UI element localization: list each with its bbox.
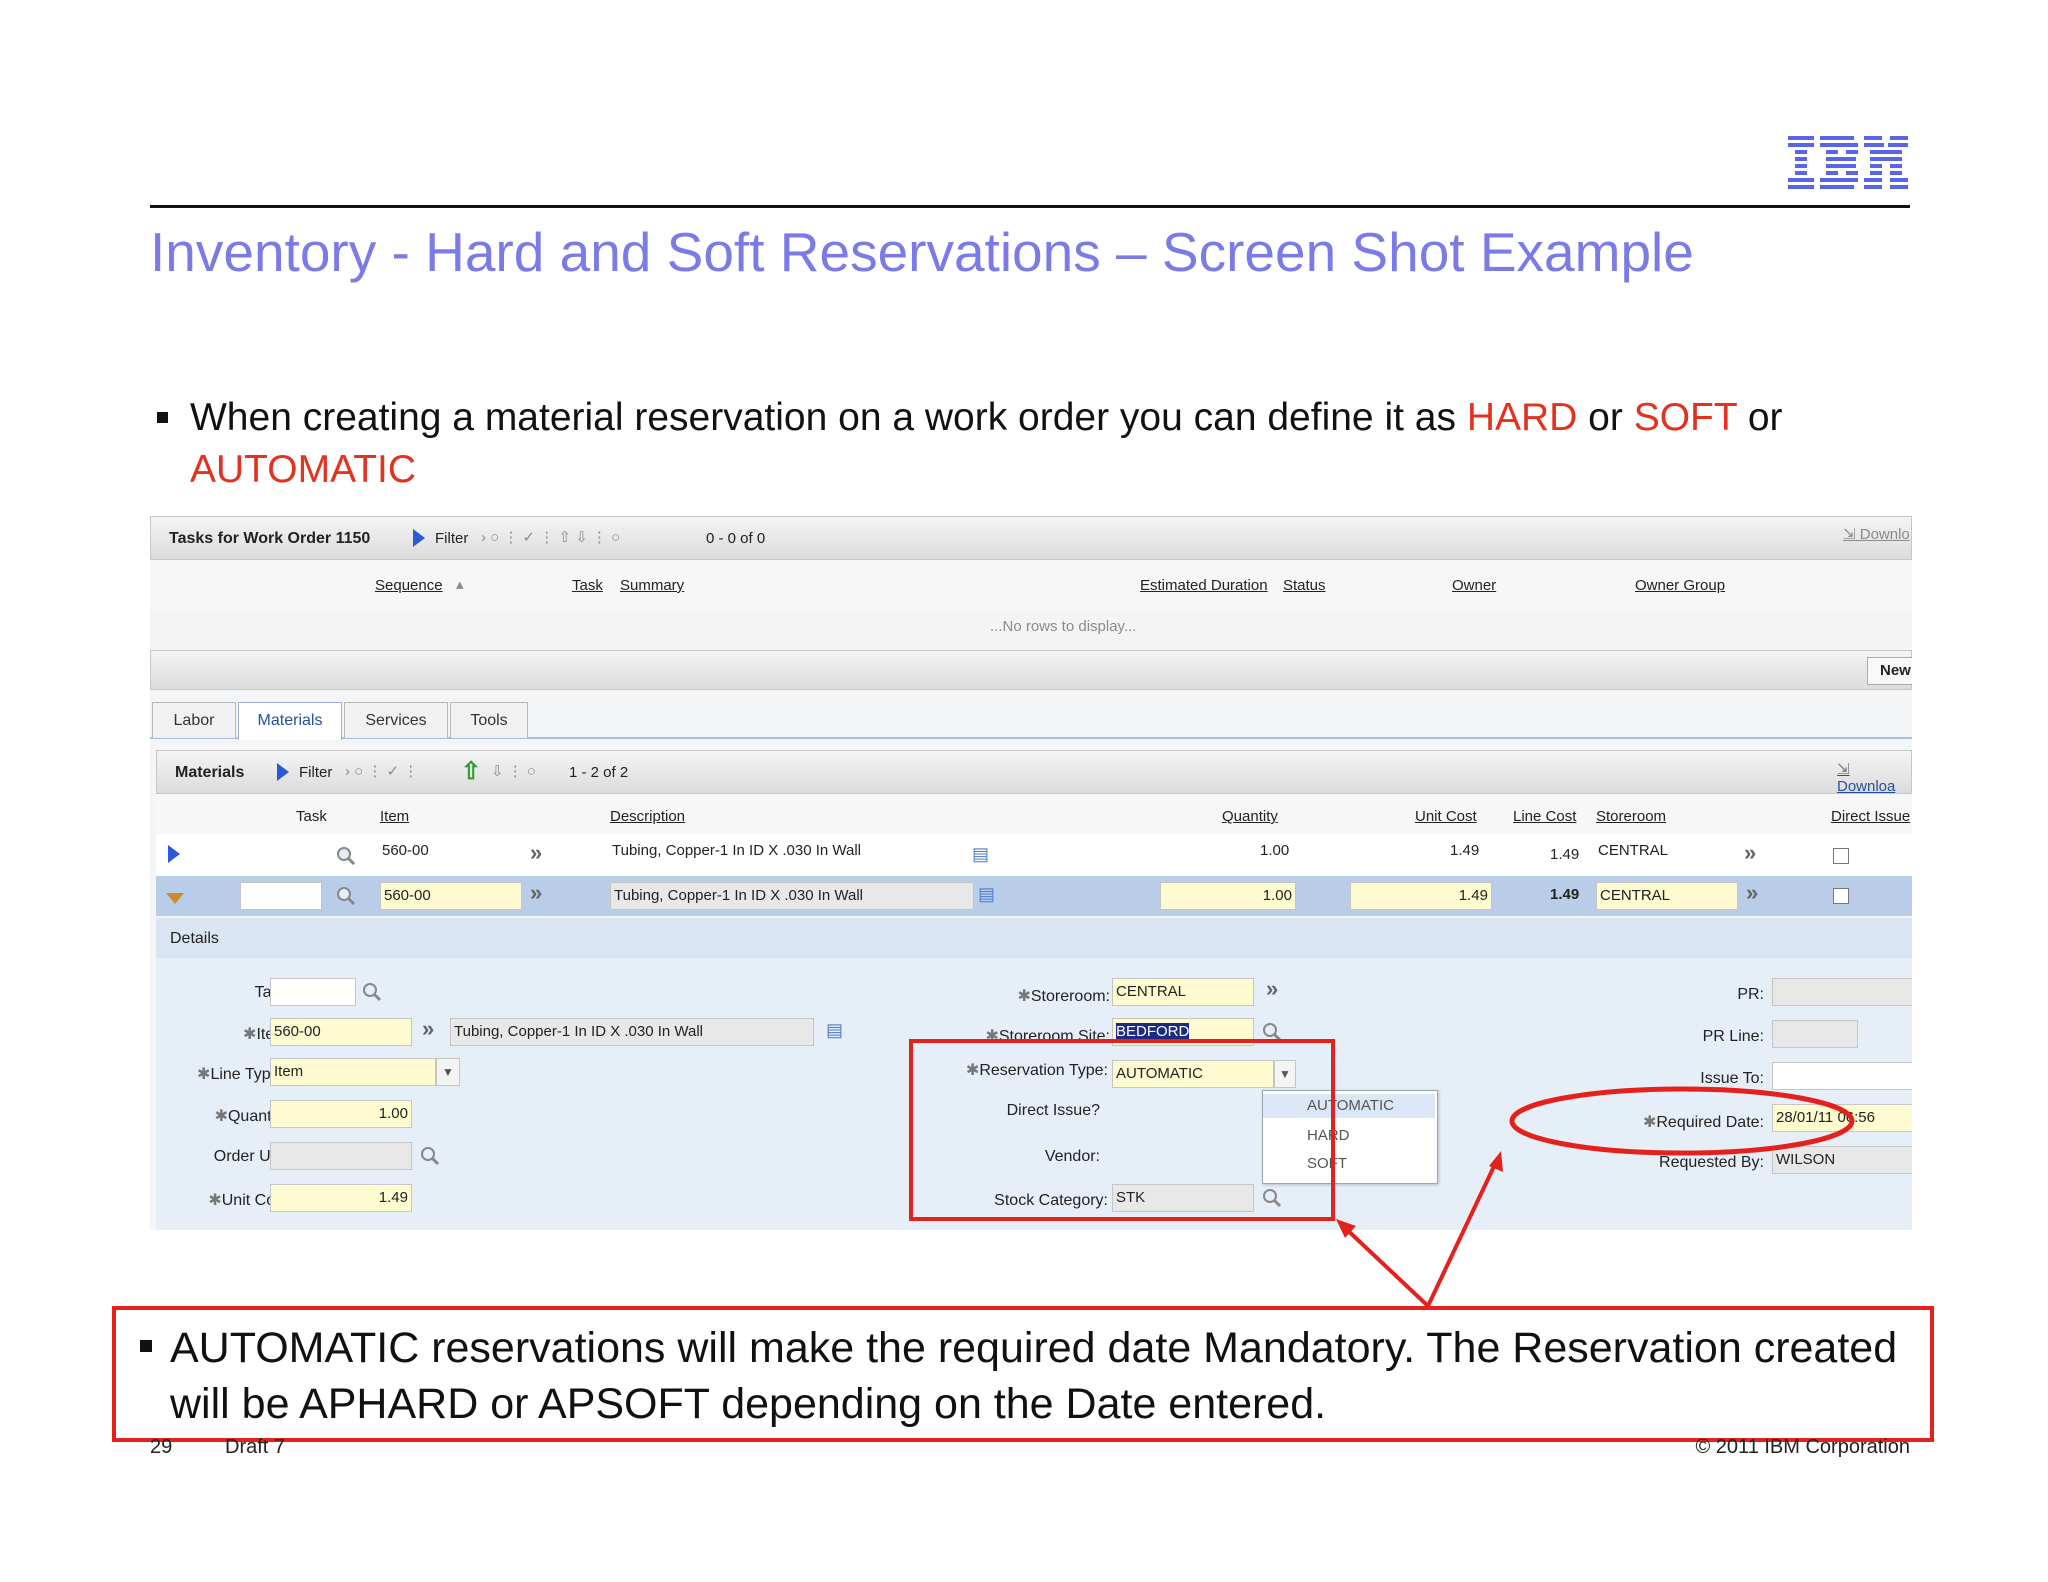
page-number: 29 bbox=[150, 1436, 173, 1458]
bullet-square bbox=[140, 1340, 152, 1352]
arrow-to-required-date bbox=[1426, 1159, 1499, 1307]
draft-label: Draft 7 bbox=[225, 1436, 286, 1458]
callout-text: AUTOMATIC reservations will make the req… bbox=[170, 1324, 1898, 1428]
copyright: © 2011 IBM Corporation bbox=[1695, 1436, 1910, 1458]
arrow-to-reservation-box bbox=[1341, 1224, 1430, 1308]
required-date-highlight-ellipse bbox=[1509, 1086, 1855, 1156]
callout-bullet: AUTOMATIC reservations will make the req… bbox=[140, 1320, 1920, 1432]
